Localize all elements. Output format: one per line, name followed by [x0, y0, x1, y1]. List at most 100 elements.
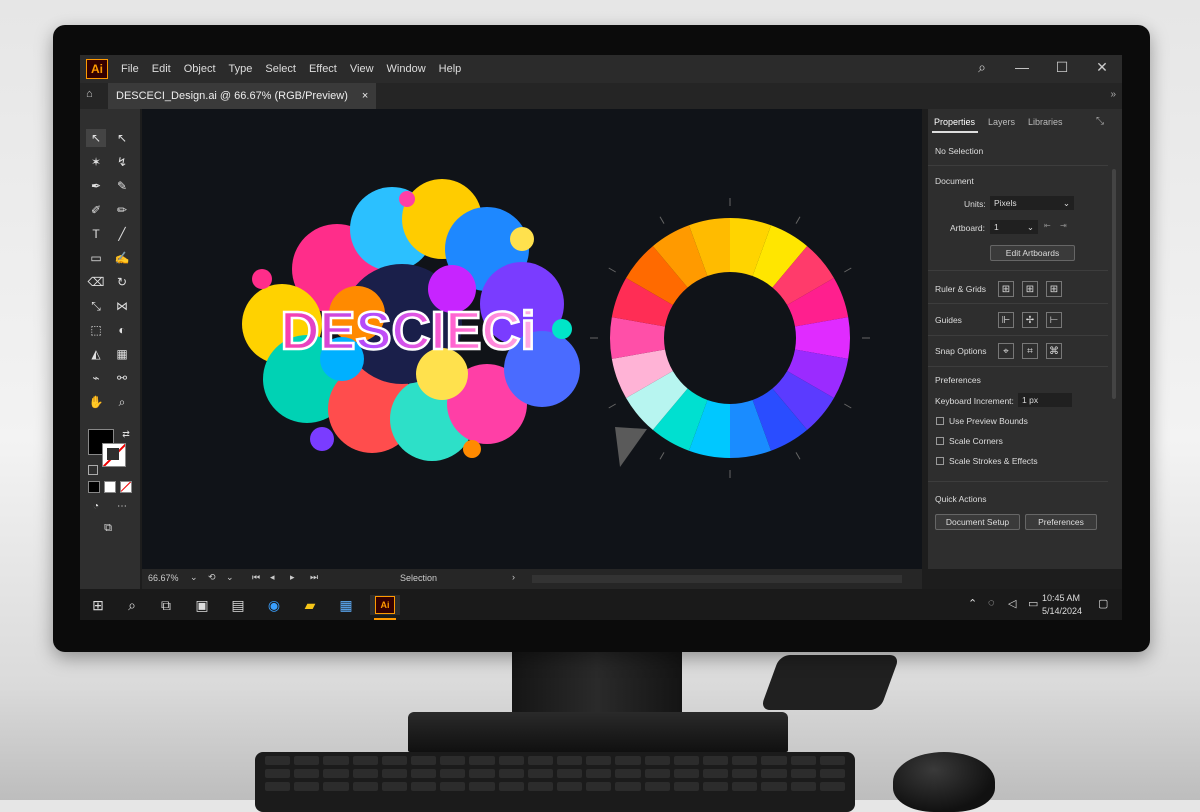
ruler-icon[interactable]: ⊞ [998, 281, 1014, 297]
line-tool-icon[interactable]: ╱ [112, 225, 132, 243]
zoom-level[interactable]: 66.67% [148, 573, 179, 583]
previous-artboard-icon[interactable]: ⇤ [1044, 221, 1051, 230]
next-artboard-icon[interactable]: ⇥ [1060, 221, 1067, 230]
last-artboard-icon[interactable]: ⏭ [310, 572, 318, 583]
start-icon[interactable]: ⊞ [88, 595, 108, 615]
edit-artboards-button[interactable]: Edit Artboards [990, 245, 1075, 261]
draw-mode-icon[interactable]: ◔ [86, 497, 106, 515]
stroke-swatch[interactable] [102, 443, 126, 467]
search-icon[interactable]: ⌕ [122, 595, 142, 615]
artboard-select[interactable]: 1 ⌄ [990, 220, 1038, 234]
zoom-tool-icon[interactable]: ⌕ [112, 393, 132, 411]
free-transform-icon[interactable]: ⬚ [86, 321, 106, 339]
rectangle-tool-icon[interactable]: ▭ [86, 249, 106, 267]
selection-tool-icon[interactable]: ↖ [86, 129, 106, 147]
scale-corners-checkbox[interactable] [936, 437, 944, 445]
status-menu-icon[interactable]: › [512, 572, 515, 582]
task-view-icon[interactable]: ⧉ [156, 595, 176, 615]
magic-wand-icon[interactable]: ✶ [86, 153, 106, 171]
first-artboard-icon[interactable]: ⏮ [252, 572, 260, 583]
close-icon[interactable]: ✕ [1092, 59, 1112, 76]
panel-collapse-icon[interactable]: » [1110, 89, 1116, 100]
menu-edit[interactable]: Edit [152, 63, 171, 75]
file-explorer-icon[interactable]: ▰ [300, 595, 320, 615]
next-artboard-nav-icon[interactable]: ▸ [290, 572, 295, 583]
rotate-tool-icon[interactable]: ↻ [112, 273, 132, 291]
menu-help[interactable]: Help [439, 63, 462, 75]
eyedropper-icon[interactable]: ⌁ [86, 369, 106, 387]
menu-select[interactable]: Select [265, 63, 296, 75]
show-guides-icon[interactable]: ⊩ [998, 312, 1014, 328]
gradient-mode-icon[interactable] [104, 481, 116, 493]
screen-mode-icon[interactable]: ⧉ [98, 519, 118, 537]
panel-menu-icon[interactable]: ⤡ [1096, 116, 1104, 127]
horizontal-scrollbar[interactable] [532, 575, 902, 583]
swap-fill-stroke-icon[interactable]: ⇄ [116, 425, 136, 443]
tray-expand-icon[interactable]: ⌃ [968, 597, 977, 610]
pen-tool-icon[interactable]: ✒ [86, 177, 106, 195]
artboard-canvas[interactable]: DESCIECi [142, 109, 922, 569]
tab-libraries[interactable]: Libraries [1028, 117, 1063, 127]
menu-object[interactable]: Object [184, 63, 216, 75]
minimize-icon[interactable]: — [1012, 59, 1032, 76]
rotation-dropdown-icon[interactable]: ⌄ [226, 572, 234, 583]
tab-properties[interactable]: Properties [934, 117, 975, 127]
edit-toolbar-icon[interactable]: ⋯ [112, 497, 132, 515]
clock-date[interactable]: 5/14/2024 [1042, 606, 1082, 616]
edge-icon[interactable]: ◉ [264, 595, 284, 615]
use-preview-bounds-checkbox[interactable] [936, 417, 944, 425]
clock-time[interactable]: 10:45 AM [1042, 593, 1080, 603]
menu-window[interactable]: Window [387, 63, 426, 75]
grid-icon[interactable]: ⊞ [1022, 281, 1038, 297]
color-mode-icon[interactable] [88, 481, 100, 493]
eraser-icon[interactable]: ⌫ [86, 273, 106, 291]
pencil-icon[interactable]: ✏ [112, 201, 132, 219]
illustrator-taskbar-button[interactable]: Ai [370, 595, 400, 615]
gradient-tool-icon[interactable]: ◭ [86, 345, 106, 363]
panel-scrollbar[interactable] [1112, 169, 1116, 399]
maximize-icon[interactable]: ☐ [1052, 59, 1072, 76]
search-icon[interactable]: ⌕ [972, 59, 992, 76]
snap-to-grid-icon[interactable]: ⌗ [1022, 343, 1038, 359]
network-icon[interactable]: ◌ [988, 597, 995, 609]
store-icon[interactable]: ▦ [336, 595, 356, 615]
lock-guides-icon[interactable]: ✢ [1022, 312, 1038, 328]
scale-strokes-effects-checkbox[interactable] [936, 457, 944, 465]
none-mode-icon[interactable] [120, 481, 132, 493]
document-tab[interactable]: DESCECI_Design.ai @ 66.67% (RGB/Preview)… [108, 83, 377, 109]
previous-artboard-nav-icon[interactable]: ◂ [270, 572, 275, 583]
blob-brush-icon[interactable]: ✍ [112, 249, 132, 267]
hand-tool-icon[interactable]: ✋ [86, 393, 106, 411]
volume-icon[interactable]: ◁ [1008, 597, 1016, 610]
width-tool-icon[interactable]: ⋈ [112, 297, 132, 315]
default-colors-icon[interactable] [88, 465, 98, 475]
scale-tool-icon[interactable]: ⤡ [86, 297, 106, 315]
snap-to-pixel-icon[interactable]: ⌘ [1046, 343, 1062, 359]
units-select[interactable]: Pixels ⌄ [990, 196, 1074, 210]
lasso-tool-icon[interactable]: ↯ [112, 153, 132, 171]
mesh-tool-icon[interactable]: ▦ [112, 345, 132, 363]
document-setup-button[interactable]: Document Setup [935, 514, 1020, 530]
rotate-view-icon[interactable]: ⟲ [208, 572, 216, 583]
shape-builder-icon[interactable]: ◐ [112, 321, 132, 339]
tab-layers[interactable]: Layers [988, 117, 1015, 127]
curvature-tool-icon[interactable]: ✎ [112, 177, 132, 195]
notifications-icon[interactable]: ▢ [1098, 597, 1108, 610]
chat-icon[interactable]: ▤ [228, 595, 248, 615]
type-tool-icon[interactable]: T [86, 225, 106, 243]
widgets-icon[interactable]: ▣ [192, 595, 212, 615]
paintbrush-icon[interactable]: ✐ [86, 201, 106, 219]
keyboard-increment-input[interactable]: 1 px [1018, 393, 1072, 407]
menu-effect[interactable]: Effect [309, 63, 337, 75]
battery-icon[interactable]: ▭ [1028, 597, 1038, 610]
smart-guides-icon[interactable]: ⊢ [1046, 312, 1062, 328]
preferences-button[interactable]: Preferences [1025, 514, 1097, 530]
artwork-title-text[interactable]: DESCIECi [279, 300, 537, 363]
menu-file[interactable]: File [121, 63, 139, 75]
home-icon[interactable]: ⌂ [86, 88, 93, 100]
blend-tool-icon[interactable]: ⚯ [112, 369, 132, 387]
direct-selection-tool-icon[interactable]: ↖ [112, 129, 132, 147]
snap-to-point-icon[interactable]: ⌖ [998, 343, 1014, 359]
tab-close-icon[interactable]: × [362, 90, 368, 102]
zoom-dropdown-icon[interactable]: ⌄ [190, 572, 198, 583]
